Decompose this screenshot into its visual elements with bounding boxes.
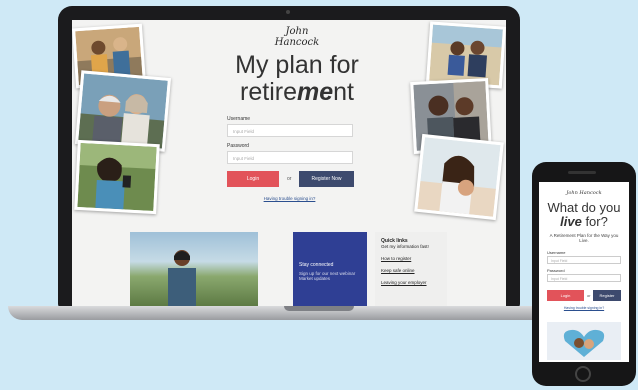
photo-woman-phone: [74, 139, 160, 215]
mobile-trouble-link[interactable]: Having trouble signing in?: [539, 306, 629, 310]
mobile-page-title: What do you live for?: [539, 201, 629, 229]
register-button[interactable]: Register Now: [299, 171, 354, 187]
mother-child-image: [417, 137, 501, 217]
phone-speaker: [568, 171, 596, 174]
login-button[interactable]: Login: [227, 171, 279, 187]
mobile-or-separator: or: [587, 293, 591, 298]
mobile-screen: John Hancock What do you live for? A Ret…: [539, 182, 629, 362]
mobile-username-label: Username: [547, 250, 566, 255]
headline-part: nt: [333, 78, 354, 106]
mobile-password-input[interactable]: Input Field: [547, 274, 621, 282]
username-label: Username: [227, 116, 251, 122]
page-title: My plan for retirement: [212, 52, 382, 106]
desktop-screen: John Hancock My plan for retirement User…: [72, 20, 506, 306]
mobile-subtitle: A Retirement Plan for the Way you Live.: [549, 233, 619, 243]
mobile-login-button[interactable]: Login: [547, 290, 584, 301]
mobile-headline-line1: What do you: [547, 200, 621, 215]
mobile-headline-part: for?: [581, 214, 608, 229]
quick-link-item[interactable]: How to register: [381, 256, 441, 261]
quick-links-panel: Quick links Get my information fast! How…: [375, 232, 447, 306]
trouble-signing-in-link[interactable]: Having trouble signing in?: [242, 196, 337, 201]
home-button-icon: [575, 366, 591, 382]
quick-link-item[interactable]: Keep safe online: [381, 268, 441, 273]
stay-connected-text: Sign up for our next webinar Market upda…: [299, 271, 356, 281]
brand-logo[interactable]: John Hancock: [262, 26, 332, 48]
headline-emphasis: me: [296, 78, 334, 106]
stay-connected-card[interactable]: Stay connected Sign up for our next webi…: [293, 232, 367, 306]
quick-links-subtitle: Get my information fast!: [381, 244, 429, 249]
family-beach-image: [429, 24, 503, 86]
camera-icon: [286, 10, 290, 14]
password-label: Password: [227, 143, 249, 149]
headline-line1: My plan for: [235, 51, 359, 79]
heart-photo-icon: [563, 329, 605, 357]
brand-logo[interactable]: John Hancock: [539, 190, 629, 196]
woman-phone-image: [77, 143, 157, 211]
photo-mother-child: [414, 133, 504, 221]
man-laptop-image: [168, 250, 196, 306]
senior-couple-image: [78, 73, 168, 149]
mobile-password-label: Password: [547, 268, 565, 273]
quick-link-item[interactable]: Leaving your employer: [381, 280, 441, 285]
or-separator: or: [287, 176, 292, 182]
username-input[interactable]: Input Field: [227, 124, 353, 137]
mobile-headline-emphasis: live: [560, 214, 582, 229]
headline-part: retire: [240, 78, 297, 106]
laptop-hinge: [284, 306, 354, 311]
password-input[interactable]: Input Field: [227, 151, 353, 164]
mobile-username-input[interactable]: Input Field: [547, 256, 621, 264]
stay-connected-title: Stay connected: [299, 262, 334, 268]
mobile-register-button[interactable]: Register: [593, 290, 621, 301]
